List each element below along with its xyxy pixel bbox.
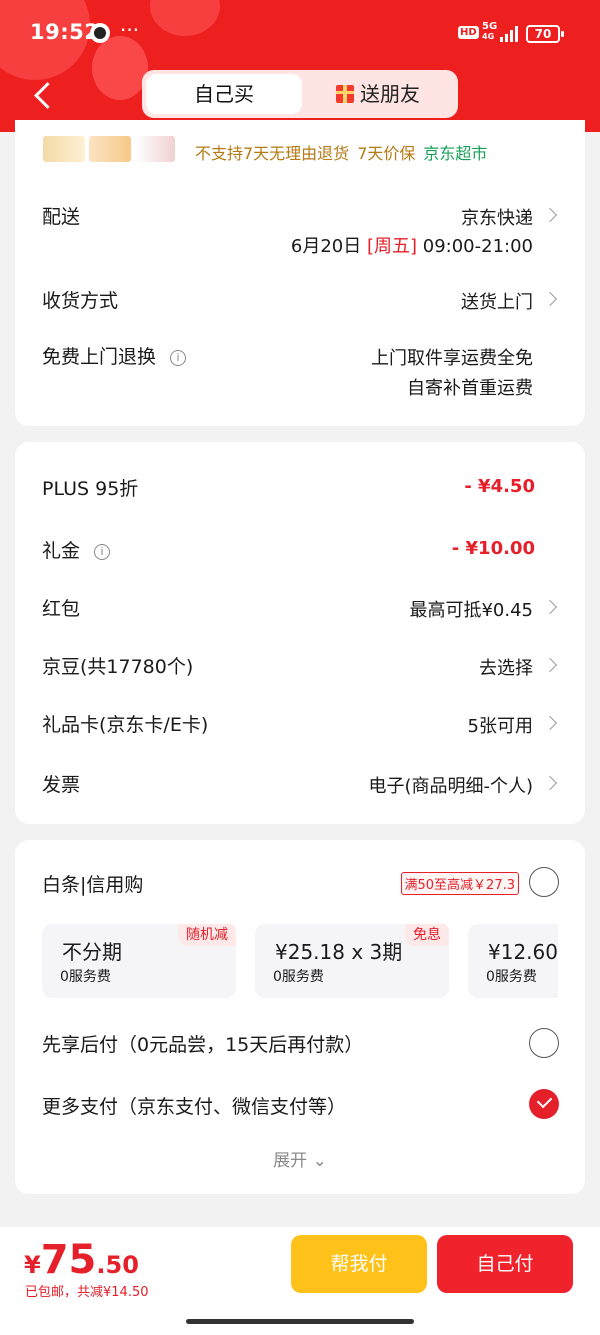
- chevron-right-icon[interactable]: [542, 715, 558, 731]
- delivery-date: 6月20日: [290, 236, 362, 257]
- discounts-card: PLUS 95折 - ¥4.50 礼金 i - ¥10.00 红包 最高可抵¥0.…: [15, 442, 585, 824]
- gift-card-value[interactable]: 5张可用: [468, 712, 533, 738]
- info-icon[interactable]: i: [170, 350, 187, 366]
- delivery-weekday: [周五]: [366, 236, 418, 257]
- installment-option[interactable]: 不分期 0服务费 随机减: [42, 924, 236, 998]
- free-return-line-2: 自寄补首重运费: [407, 378, 533, 399]
- receive-method-label: 收货方式: [42, 290, 119, 312]
- free-return-line-1: 上门取件享运费全免: [371, 348, 533, 369]
- battery-icon: 70: [526, 25, 564, 43]
- installment-amount: ¥25.18 x 3期: [275, 940, 403, 964]
- tab-send-to-friend[interactable]: 送朋友: [302, 74, 454, 114]
- installment-badge: 免息: [405, 924, 449, 946]
- jd-bean-label: 京豆(共17780个): [42, 656, 194, 678]
- more-payment-radio-checked[interactable]: [529, 1089, 559, 1119]
- installment-fee: 0服务费: [273, 969, 324, 985]
- jd-supermarket-tag: 京东超市: [423, 144, 488, 163]
- product-thumbnail[interactable]: [43, 136, 85, 162]
- info-icon[interactable]: i: [94, 544, 111, 560]
- baitiao-promo-tag: 满50至高减￥27.3: [400, 872, 519, 895]
- delivery-time: 09:00-21:00: [422, 236, 533, 257]
- free-return-text: 免费上门退换: [42, 346, 157, 368]
- delivery-label: 配送: [42, 206, 81, 228]
- plus-discount-value: - ¥4.50: [464, 476, 535, 497]
- order-info-card: 不支持7天无理由退货 7天价保 京东超市 配送 京东快递 6月20日 [周五] 09…: [15, 120, 585, 426]
- order-total: ¥75.50: [24, 1237, 139, 1283]
- receive-method-value[interactable]: 送货上门: [461, 288, 533, 314]
- no-return-policy: 不支持7天无理由退货: [195, 144, 350, 163]
- installment-option[interactable]: ¥12.60 x 6期 0服务费: [468, 924, 558, 998]
- help-me-pay-button[interactable]: 帮我付: [291, 1235, 427, 1293]
- network-5g: 5G: [482, 21, 498, 32]
- clock-icon: [90, 23, 110, 43]
- product-thumbnail[interactable]: [89, 136, 131, 162]
- red-packet-value[interactable]: 最高可抵¥0.45: [409, 596, 533, 622]
- bnpl-radio[interactable]: [529, 1028, 559, 1058]
- signal-icon: [500, 26, 520, 42]
- product-thumbnail[interactable]: [135, 136, 175, 162]
- jd-bean-value[interactable]: 去选择: [479, 654, 533, 680]
- installment-plans[interactable]: 不分期 0服务费 随机减 ¥25.18 x 3期 0服务费 免息 ¥12.60 …: [42, 924, 558, 1000]
- invoice-label: 发票: [42, 774, 81, 796]
- total-summary: 已包邮，共减¥14.50: [25, 1285, 149, 1300]
- invoice-value[interactable]: 电子(商品明细-个人): [368, 772, 533, 798]
- pay-myself-button[interactable]: 自己付: [437, 1235, 573, 1293]
- total-integer: 75: [40, 1237, 97, 1283]
- chevron-right-icon[interactable]: [542, 291, 558, 307]
- baitiao-radio[interactable]: [529, 867, 559, 897]
- more-dots-icon: ···: [120, 18, 140, 42]
- header-bar: 19:52 ··· HD 5G 4G 70 自己买 送朋友: [0, 0, 600, 132]
- installment-fee: 0服务费: [486, 969, 537, 985]
- plus-discount-label: PLUS 95折: [42, 478, 139, 500]
- network-4g: 4G: [482, 32, 495, 41]
- currency-symbol: ¥: [24, 1251, 41, 1279]
- red-packet-label: 红包: [42, 598, 81, 620]
- payment-card: 白条|信用购 满50至高减￥27.3 不分期 0服务费 随机减 ¥25.18 x…: [15, 840, 585, 1194]
- gift-card-label: 礼品卡(京东卡/E卡): [42, 714, 209, 736]
- purchase-mode-toggle: 自己买 送朋友: [142, 70, 458, 118]
- baitiao-label: 白条|信用购: [42, 874, 144, 896]
- tab-buy-for-self[interactable]: 自己买: [146, 74, 302, 114]
- bnpl-label: 先享后付（0元品尝，15天后再付款）: [42, 1034, 364, 1056]
- delivery-schedule[interactable]: 6月20日 [周五] 09:00-21:00: [291, 232, 533, 258]
- hd-icon: HD: [458, 26, 479, 39]
- installment-amount: ¥12.60 x 6期: [488, 940, 558, 964]
- chevron-right-icon[interactable]: [542, 657, 558, 673]
- total-decimal: .50: [96, 1251, 139, 1279]
- chevron-right-icon[interactable]: [542, 207, 558, 223]
- cash-gift-text: 礼金: [42, 540, 81, 562]
- installment-fee: 0服务费: [60, 969, 111, 985]
- status-bar: 19:52 ··· HD 5G 4G 70: [0, 18, 600, 50]
- price-protect-policy: 7天价保: [357, 144, 416, 163]
- chevron-right-icon[interactable]: [542, 599, 558, 615]
- status-time: 19:52: [30, 20, 100, 44]
- installment-badge: 随机减: [178, 924, 236, 946]
- tab-send-to-friend-label: 送朋友: [360, 82, 420, 106]
- service-policy: 不支持7天无理由退货 7天价保 京东超市: [195, 140, 487, 164]
- cash-gift-value: - ¥10.00: [451, 538, 535, 559]
- more-payment-label: 更多支付（京东支付、微信支付等）: [42, 1096, 347, 1118]
- gift-icon: [336, 85, 354, 103]
- expand-button[interactable]: 展开 ⌄: [15, 1146, 585, 1171]
- cash-gift-label: 礼金 i: [42, 536, 111, 563]
- installment-amount: 不分期: [62, 940, 122, 964]
- back-icon[interactable]: [32, 80, 52, 110]
- delivery-value[interactable]: 京东快递: [461, 204, 533, 230]
- network-type: 5G 4G: [482, 22, 497, 42]
- installment-option[interactable]: ¥25.18 x 3期 0服务费 免息: [255, 924, 449, 998]
- home-indicator[interactable]: [186, 1319, 414, 1324]
- chevron-right-icon[interactable]: [542, 775, 558, 791]
- free-return-label: 免费上门退换 i: [42, 342, 187, 369]
